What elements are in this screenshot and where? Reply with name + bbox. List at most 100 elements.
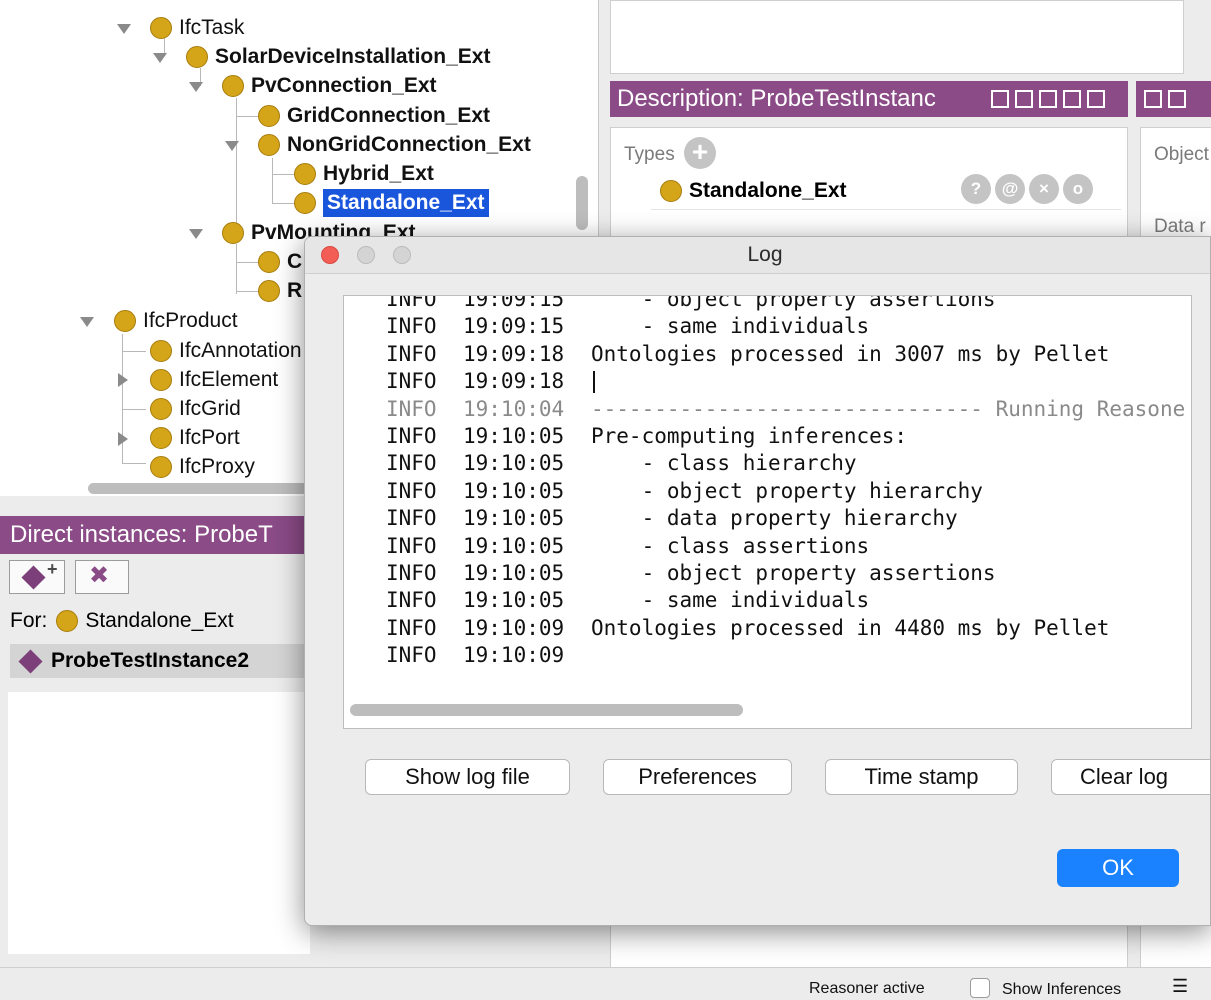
- clear-log-button[interactable]: Clear log: [1051, 759, 1210, 795]
- split-vertical-icon[interactable]: [1015, 90, 1033, 108]
- tree-node-ifcproduct[interactable]: IfcProduct: [114, 307, 238, 335]
- maximize-icon[interactable]: [1063, 90, 1081, 108]
- split-horizontal-icon[interactable]: [1039, 90, 1057, 108]
- class-icon: [222, 75, 244, 97]
- log-level: INFO: [386, 506, 437, 531]
- log-horizontal-scrollbar[interactable]: [350, 704, 743, 716]
- tree-node-standalone-selected[interactable]: Standalone_Ext: [294, 189, 489, 217]
- add-type-icon[interactable]: +: [684, 137, 716, 169]
- log-dialog-titlebar: Log: [305, 237, 1210, 274]
- class-icon: [186, 46, 208, 68]
- maximize-icon[interactable]: [1144, 90, 1162, 108]
- log-timestamp: 19:10:04: [463, 396, 565, 421]
- instance-list-area: [8, 692, 310, 954]
- log-timestamp: 19:09:18: [463, 341, 565, 366]
- log-level: INFO: [386, 561, 437, 585]
- log-message: - object property assertions: [591, 561, 996, 585]
- log-message: - data property hierarchy: [591, 506, 958, 531]
- tree-node-hybrid[interactable]: Hybrid_Ext: [294, 160, 434, 188]
- log-timestamp: 19:10:05: [463, 506, 565, 531]
- reasoner-status: Reasoner active: [809, 980, 925, 997]
- log-message: - class assertions: [591, 533, 870, 558]
- expand-arrow-icon[interactable]: [189, 229, 203, 239]
- direct-instances-title: Direct instances: ProbeT: [0, 516, 310, 554]
- individual-icon: [21, 565, 46, 590]
- tree-node-ifctask[interactable]: IfcTask: [150, 14, 244, 42]
- delete-icon[interactable]: ×: [1029, 174, 1059, 204]
- log-timestamp: 19:09:15: [463, 314, 565, 339]
- show-inferences-checkbox[interactable]: [970, 978, 990, 998]
- log-timestamp: 19:10:09: [463, 643, 565, 668]
- class-icon: [150, 398, 172, 420]
- log-timestamp: 19:10:09: [463, 615, 565, 640]
- text-cursor: [593, 371, 595, 394]
- delete-individual-icon: ✖: [89, 562, 110, 589]
- preferences-button[interactable]: Preferences: [603, 759, 792, 795]
- ok-button[interactable]: OK: [1057, 849, 1179, 887]
- expand-arrow-icon[interactable]: [117, 24, 131, 34]
- tree-vertical-scrollbar[interactable]: [576, 176, 588, 230]
- class-icon: [660, 180, 682, 202]
- log-level: INFO: [386, 396, 437, 421]
- class-icon: [56, 610, 79, 632]
- log-timestamp: 19:10:05: [463, 478, 565, 503]
- tree-node-ifcport[interactable]: IfcPort: [150, 424, 240, 452]
- expand-arrow-icon[interactable]: [225, 141, 239, 151]
- class-icon: [150, 456, 172, 478]
- log-level: INFO: [386, 478, 437, 503]
- class-icon: [150, 427, 172, 449]
- explain-icon[interactable]: ?: [961, 174, 991, 204]
- class-icon: [294, 163, 316, 185]
- class-icon: [150, 369, 172, 391]
- close-panel-icon[interactable]: [1168, 90, 1186, 108]
- class-icon: [258, 105, 280, 127]
- log-message: ------------------------------- Running …: [591, 396, 1186, 421]
- tree-node-ifcproxy[interactable]: IfcProxy: [150, 453, 255, 481]
- log-message: - object property hierarchy: [591, 478, 983, 503]
- for-class-row: For: Standalone_Ext: [10, 609, 234, 632]
- log-level: INFO: [386, 314, 437, 339]
- expand-arrow-icon[interactable]: [153, 53, 167, 63]
- tree-node-ifcannotation[interactable]: IfcAnnotation: [150, 337, 302, 365]
- edit-icon[interactable]: o: [1063, 174, 1093, 204]
- log-text-area[interactable]: INFO 19:09:15 - object property assertion…: [343, 295, 1192, 729]
- status-bar: Reasoner active Show Inferences ☰: [0, 967, 1211, 1000]
- log-message: - class hierarchy: [591, 451, 857, 476]
- tree-node-ifcgrid[interactable]: IfcGrid: [150, 395, 241, 423]
- class-icon: [222, 222, 244, 244]
- close-panel-icon[interactable]: [1087, 90, 1105, 108]
- log-level: INFO: [386, 295, 437, 311]
- tree-node-c[interactable]: C: [258, 248, 302, 276]
- log-level: INFO: [386, 615, 437, 640]
- class-icon: [150, 340, 172, 362]
- log-dialog-title: Log: [747, 243, 783, 266]
- tree-node-r[interactable]: R: [258, 277, 302, 305]
- class-icon: [294, 192, 316, 214]
- delete-individual-button[interactable]: ✖: [75, 560, 129, 594]
- log-message: - same individuals: [591, 314, 870, 339]
- log-level: INFO: [386, 341, 437, 366]
- log-dialog: Log INFO 19:09:15 - object property asser…: [304, 236, 1211, 926]
- show-log-file-button[interactable]: Show log file: [365, 759, 570, 795]
- tree-node-ifcelement[interactable]: IfcElement: [150, 366, 278, 394]
- log-level: INFO: [386, 588, 437, 613]
- tree-node-nongridconnection[interactable]: NonGridConnection_Ext: [258, 131, 531, 159]
- expand-arrow-icon[interactable]: [80, 317, 94, 327]
- tree-horizontal-scrollbar[interactable]: [88, 483, 308, 494]
- collapsed-arrow-icon[interactable]: [118, 432, 128, 446]
- annotate-icon[interactable]: @: [995, 174, 1025, 204]
- collapsed-arrow-icon[interactable]: [118, 373, 128, 387]
- add-individual-button[interactable]: +: [9, 559, 65, 594]
- log-level: INFO: [386, 533, 437, 558]
- tree-node-pvconnection[interactable]: PvConnection_Ext: [222, 72, 437, 100]
- tree-node-gridconnection[interactable]: GridConnection_Ext: [258, 102, 490, 130]
- time-stamp-button[interactable]: Time stamp: [825, 759, 1018, 795]
- tree-node-solardeviceinstallation[interactable]: SolarDeviceInstallation_Ext: [186, 43, 490, 71]
- instance-row-selected[interactable]: ProbeTestInstance2: [10, 644, 310, 678]
- log-list-icon[interactable]: ☰: [1172, 976, 1188, 997]
- help-window-icon[interactable]: [991, 90, 1009, 108]
- log-level: INFO: [386, 451, 437, 476]
- log-timestamp: 19:10:05: [463, 424, 565, 448]
- expand-arrow-icon[interactable]: [189, 82, 203, 92]
- log-timestamp: 19:10:05: [463, 533, 565, 558]
